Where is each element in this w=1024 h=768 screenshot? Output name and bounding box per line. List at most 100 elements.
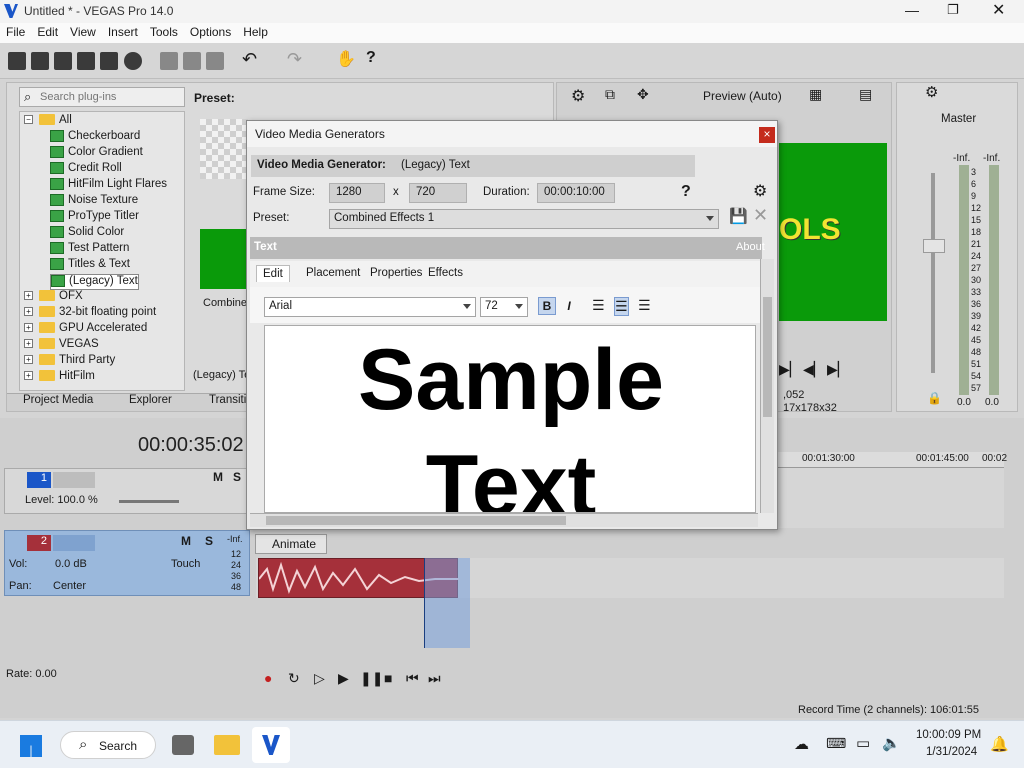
expand-icon[interactable]: + xyxy=(24,291,33,301)
menu-insert[interactable]: Insert xyxy=(102,23,144,41)
font-select[interactable]: Arial xyxy=(264,297,476,317)
editor-vscrollbar[interactable] xyxy=(760,259,774,513)
collapse-icon[interactable]: − xyxy=(24,115,33,125)
prev-frame-icon[interactable]: ◀▏ xyxy=(803,361,825,378)
new-icon[interactable] xyxy=(8,52,26,70)
animate-button[interactable]: Animate xyxy=(255,534,327,554)
tree-item[interactable]: Credit Roll xyxy=(50,162,122,178)
network-icon[interactable]: ▭ xyxy=(856,734,870,752)
touch-select[interactable]: Touch xyxy=(171,558,200,570)
pause-icon[interactable]: ❚❚ xyxy=(360,670,383,687)
grid-icon[interactable]: ▦ xyxy=(809,86,822,103)
expand-icon[interactable]: + xyxy=(24,307,33,317)
vegas-taskbar-icon[interactable] xyxy=(252,727,290,763)
tree-item[interactable]: HitFilm Light Flares xyxy=(50,178,167,194)
render-icon[interactable] xyxy=(100,52,118,70)
play-icon[interactable]: ▶▏ xyxy=(779,361,801,378)
solo-button[interactable]: S xyxy=(233,470,241,484)
menu-options[interactable]: Options xyxy=(184,23,237,41)
hscroll-thumb[interactable] xyxy=(266,516,566,525)
keyboard-icon[interactable]: ⌨ xyxy=(826,735,846,752)
menu-edit[interactable]: Edit xyxy=(31,23,64,41)
tree-item[interactable]: Color Gradient xyxy=(50,146,143,162)
track-name-field[interactable] xyxy=(53,535,95,551)
align-left-icon[interactable]: ☰ xyxy=(592,297,605,314)
close-window-button[interactable]: ✕ xyxy=(992,0,1005,20)
task-view-icon[interactable] xyxy=(172,735,194,755)
preview-mode-select[interactable]: Preview (Auto) xyxy=(703,89,782,103)
mute-button[interactable]: M xyxy=(213,470,223,484)
whats-this-icon[interactable]: ✋ xyxy=(336,49,356,68)
tree-item[interactable]: − All xyxy=(24,114,72,130)
tree-item[interactable]: + HitFilm xyxy=(24,370,95,386)
tree-item[interactable]: Solid Color xyxy=(50,226,124,242)
go-start-icon[interactable]: ⏮ xyxy=(406,670,419,687)
expand-icon[interactable]: + xyxy=(24,339,33,349)
tree-item[interactable]: Titles & Text xyxy=(50,258,130,274)
notification-bell-icon[interactable]: 🔔 xyxy=(990,735,1009,753)
audio-track-header[interactable]: 2 M S Vol: 0.0 dB Touch Pan: Center -Inf… xyxy=(4,530,250,596)
tree-item[interactable]: + Third Party xyxy=(24,354,115,370)
save-preset-icon[interactable]: 💾 xyxy=(729,207,748,225)
frame-height-field[interactable]: 720 xyxy=(409,183,467,203)
dialog-close-button[interactable]: × xyxy=(759,127,775,143)
panel-tab-2[interactable]: Transiti xyxy=(209,394,246,406)
copy-icon[interactable] xyxy=(183,52,201,70)
expand-icon[interactable]: + xyxy=(24,355,33,365)
windows-start-icon[interactable] xyxy=(20,735,42,757)
solo-button[interactable]: S xyxy=(205,534,213,548)
search-input[interactable] xyxy=(40,89,180,105)
bold-button[interactable]: B xyxy=(538,297,556,315)
save-as-icon[interactable] xyxy=(77,52,95,70)
restore-button[interactable]: ❐ xyxy=(947,2,959,18)
help-icon[interactable]: ? xyxy=(366,49,384,67)
text-tab-2[interactable]: Properties xyxy=(364,265,428,281)
cloud-icon[interactable]: ☁ xyxy=(794,735,809,753)
tree-item[interactable]: Noise Texture xyxy=(50,194,138,210)
mute-button[interactable]: M xyxy=(181,534,191,548)
tree-item[interactable]: + VEGAS xyxy=(24,338,99,354)
copy-frame-icon[interactable]: ▤ xyxy=(859,86,872,103)
split-icon[interactable]: ⧉ xyxy=(605,86,615,103)
tree-item[interactable]: ProType Titler xyxy=(50,210,139,226)
frame-width-field[interactable]: 1280 xyxy=(329,183,385,203)
delete-preset-icon[interactable]: ✕ xyxy=(753,205,768,226)
play-from-start-icon[interactable]: ▷ xyxy=(314,670,325,687)
paste-icon[interactable] xyxy=(206,52,224,70)
cut-icon[interactable] xyxy=(160,52,178,70)
record-icon[interactable]: ● xyxy=(264,670,272,686)
gear-icon[interactable]: ⚙ xyxy=(925,83,938,101)
taskbar-search[interactable]: ⌕ Search xyxy=(60,731,156,759)
tree-item[interactable]: (Legacy) Text xyxy=(50,274,139,290)
gear-icon[interactable] xyxy=(124,52,142,70)
panel-tab-0[interactable]: Project Media xyxy=(23,394,93,406)
next-frame-icon[interactable]: ▶▏ xyxy=(827,361,849,378)
redo-icon[interactable]: ↷ xyxy=(287,49,305,69)
menu-tools[interactable]: Tools xyxy=(144,23,184,41)
play-icon[interactable]: ▶ xyxy=(338,670,349,687)
volume-icon[interactable]: 🔈 xyxy=(882,734,901,752)
italic-button[interactable]: I xyxy=(560,297,578,315)
editor-hscrollbar[interactable] xyxy=(250,513,758,527)
tree-item[interactable]: +32-bit floating point xyxy=(24,306,156,322)
level-slider[interactable] xyxy=(119,500,179,503)
tree-item[interactable]: + GPU Accelerated xyxy=(24,322,147,338)
overlays-icon[interactable]: ✥ xyxy=(637,86,649,103)
gear-icon[interactable]: ⚙ xyxy=(753,181,767,201)
go-end-icon[interactable]: ⏭ xyxy=(428,670,441,687)
text-tab-0[interactable]: Edit xyxy=(256,265,290,282)
open-icon[interactable] xyxy=(31,52,49,70)
preset-thumbnail-green[interactable] xyxy=(200,229,248,289)
preset-select[interactable]: Combined Effects 1 xyxy=(329,209,719,229)
menu-view[interactable]: View xyxy=(64,23,102,41)
lock-icon[interactable]: 🔒 xyxy=(927,391,942,405)
tree-item[interactable]: Test Pattern xyxy=(50,242,129,258)
video-track-header[interactable]: 1 M S Level: 100.0 % xyxy=(4,468,250,514)
preset-thumbnail[interactable] xyxy=(200,119,248,179)
help-button[interactable]: ? xyxy=(681,183,691,201)
expand-icon[interactable]: + xyxy=(24,371,33,381)
file-explorer-icon[interactable] xyxy=(214,735,240,755)
gear-icon[interactable]: ⚙ xyxy=(571,86,585,106)
text-editor[interactable]: Sample Text xyxy=(264,325,756,513)
minimize-button[interactable]: — xyxy=(905,2,919,18)
